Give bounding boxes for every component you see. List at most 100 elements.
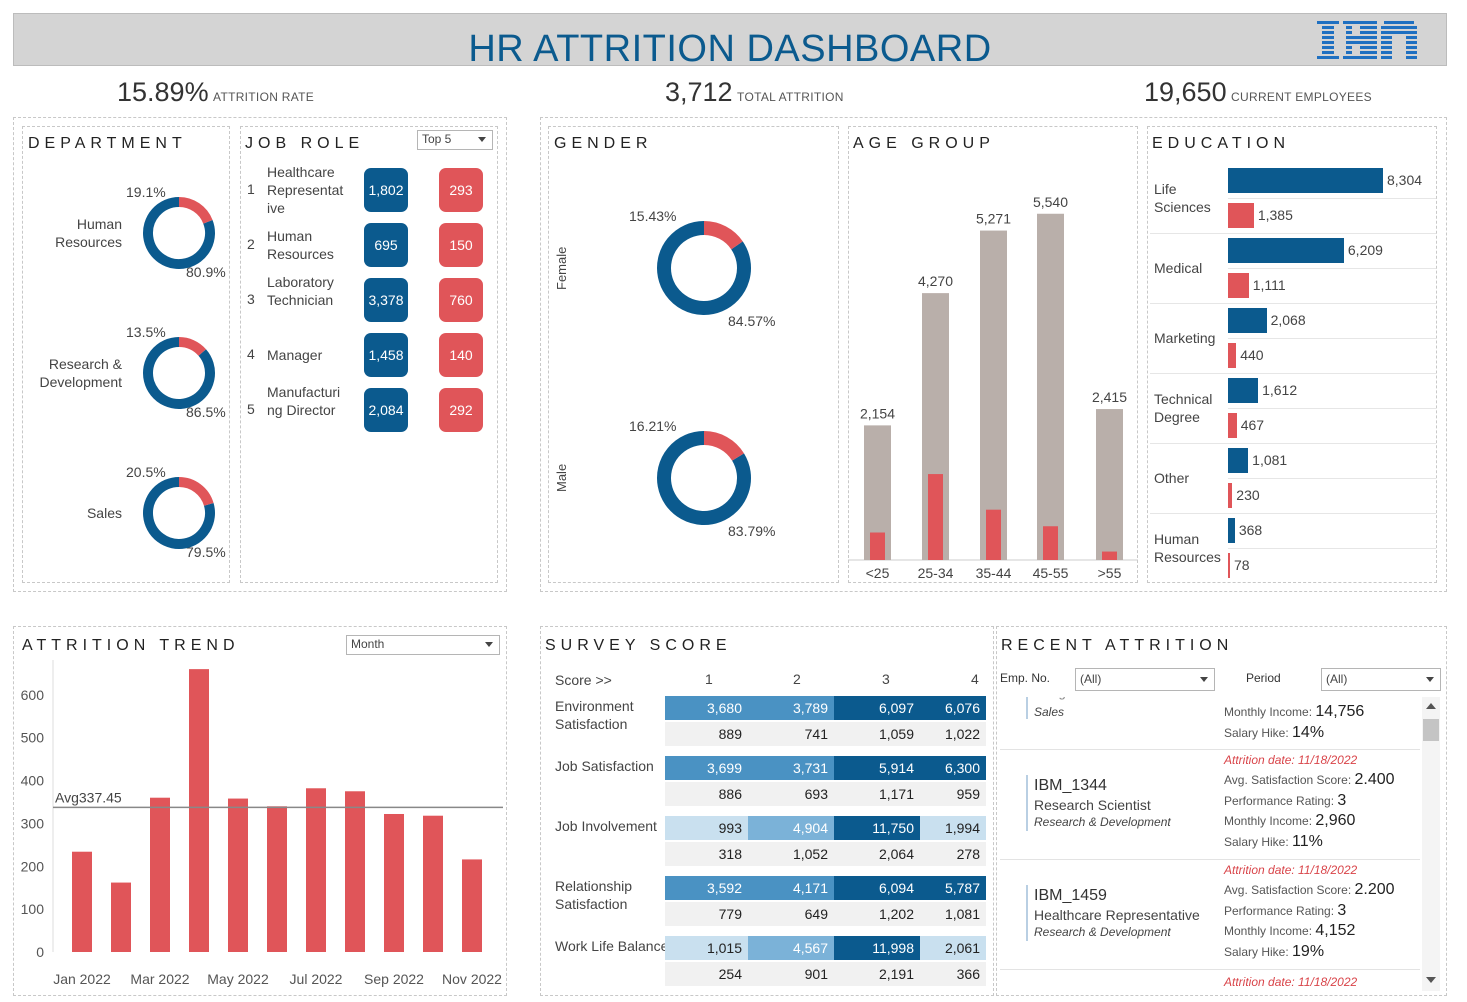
education-current-label: 368 bbox=[1238, 522, 1263, 538]
department-name: Sales bbox=[86, 505, 122, 521]
survey-current-cell: 3,731 bbox=[748, 756, 834, 780]
education-name: Life Sciences bbox=[1154, 181, 1211, 215]
survey-attrition-cell: 1,059 bbox=[834, 722, 920, 746]
survey-attrition-cell: 741 bbox=[748, 722, 834, 746]
survey-current-cell: 3,592 bbox=[665, 876, 748, 900]
age-attrition-bar bbox=[1043, 526, 1058, 560]
job-role-rank: 5 bbox=[247, 401, 255, 417]
period-filter-value: (All) bbox=[1326, 672, 1348, 686]
survey-attrition-cell: 1,052 bbox=[748, 842, 834, 866]
age-category-label: >55 bbox=[1098, 565, 1122, 581]
monthly-income-value: 4,152 bbox=[1315, 922, 1356, 939]
survey-attrition-cell: 889 bbox=[665, 722, 748, 746]
trend-x-tick: Jul 2022 bbox=[290, 971, 343, 987]
survey-current-cell: 1,015 bbox=[665, 936, 748, 960]
education-attrition-bar bbox=[1228, 273, 1249, 298]
job-role-name: Human Resources bbox=[267, 228, 334, 262]
donut-attrition-arc bbox=[703, 431, 745, 462]
performance-rating-value: 3 bbox=[1337, 792, 1347, 809]
kpi-total-attrition: 3,712 TOTAL ATTRITION bbox=[665, 77, 844, 108]
survey-row-name: Job Satisfaction bbox=[555, 758, 654, 774]
trend-y-tick: 100 bbox=[21, 901, 45, 917]
survey-attrition-cell: 649 bbox=[748, 902, 834, 926]
kpi-value: 3,712 bbox=[665, 77, 733, 107]
partial-income: Monthly Income: 14,756 bbox=[1224, 703, 1365, 720]
job-role-filter-value: Top 5 bbox=[422, 132, 452, 146]
education-attrition-bar bbox=[1228, 483, 1233, 508]
education-current-label: 2,068 bbox=[1270, 312, 1306, 328]
period-filter[interactable]: (All) bbox=[1321, 668, 1441, 691]
employee-id: IBM_1344 bbox=[1034, 777, 1107, 794]
performance-rating: Performance Rating: 3 bbox=[1224, 792, 1346, 810]
scroll-up-icon[interactable] bbox=[1426, 703, 1436, 709]
job-role-current-badge: 1,802 bbox=[364, 168, 408, 212]
trend-period-filter[interactable]: Month bbox=[346, 635, 500, 655]
education-row-divider bbox=[1228, 268, 1436, 269]
survey-score-header: 4 bbox=[971, 671, 979, 687]
department-donut bbox=[143, 477, 215, 549]
survey-attrition-cell: 959 bbox=[920, 782, 986, 806]
job-role-attrition-badge: 140 bbox=[439, 333, 483, 377]
card-divider bbox=[1000, 749, 1420, 750]
job-role-rank: 2 bbox=[247, 236, 255, 252]
education-name: Human Resources bbox=[1154, 531, 1221, 565]
education-title: EDUCATION bbox=[1152, 135, 1291, 152]
employee-department: Research & Development bbox=[1034, 925, 1171, 939]
emp-no-filter[interactable]: (All) bbox=[1075, 668, 1215, 691]
recent-list-scrollbar[interactable] bbox=[1422, 697, 1440, 991]
age-group-chart: 2,154 <25 4,270 25-34 5,271 35-44 5,540 45-55 2,… bbox=[848, 194, 1138, 581]
survey-current-cell: 11,750 bbox=[834, 816, 920, 840]
survey-current-cell: 4,904 bbox=[748, 816, 834, 840]
kpi-label: CURRENT EMPLOYEES bbox=[1231, 90, 1372, 104]
education-attrition-bar bbox=[1228, 203, 1254, 228]
trend-x-tick: Nov 2022 bbox=[442, 971, 502, 987]
performance-rating-label: Performance Rating: bbox=[1224, 904, 1335, 918]
ibm-logo bbox=[1317, 21, 1417, 61]
age-category-label: <25 bbox=[866, 565, 890, 581]
survey-current-cell: 5,787 bbox=[920, 876, 986, 900]
age-attrition-bar bbox=[1102, 551, 1117, 560]
trend-x-tick: Sep 2022 bbox=[364, 971, 424, 987]
survey-current-cell: 4,567 bbox=[748, 936, 834, 960]
education-name: Medical bbox=[1154, 260, 1203, 276]
kpi-value: 19,650 bbox=[1144, 77, 1227, 107]
satisfaction-score: Avg. Satisfaction Score: 2.200 bbox=[1224, 881, 1395, 899]
trend-bar bbox=[306, 788, 326, 952]
survey-row-name: Environment Satisfaction bbox=[555, 698, 634, 732]
survey-attrition-cell: 779 bbox=[665, 902, 748, 926]
monthly-income-label: Monthly Income: bbox=[1224, 814, 1313, 828]
job-role-current-badge: 695 bbox=[364, 223, 408, 267]
job-role-top-filter[interactable]: Top 5 bbox=[417, 130, 493, 150]
education-attrition-label: 1,385 bbox=[1257, 207, 1293, 223]
education-row-divider bbox=[1228, 408, 1436, 409]
scrollbar-thumb[interactable] bbox=[1423, 719, 1439, 741]
kpi-current-employees: 19,650 CURRENT EMPLOYEES bbox=[1144, 77, 1372, 108]
trend-x-tick: May 2022 bbox=[207, 971, 269, 987]
education-attrition-bar bbox=[1228, 553, 1230, 578]
trend-bar bbox=[189, 669, 209, 952]
survey-current-cell: 2,061 bbox=[920, 936, 986, 960]
chevron-down-icon bbox=[478, 137, 486, 142]
survey-current-cell: 11,998 bbox=[834, 936, 920, 960]
survey-attrition-cell: 1,171 bbox=[834, 782, 920, 806]
job-role-attrition-badge: 760 bbox=[439, 278, 483, 322]
scroll-down-icon[interactable] bbox=[1426, 977, 1436, 983]
education-current-bar bbox=[1228, 378, 1259, 403]
education-row-divider bbox=[1228, 198, 1436, 199]
kpi-label: ATTRITION RATE bbox=[213, 90, 315, 104]
attrition-date: Attrition date: 11/18/2022 bbox=[1224, 863, 1358, 877]
survey-score-header: 1 bbox=[705, 671, 713, 687]
recent-attrition-list[interactable]: Manager Sales Monthly Income: 14,756 Sal… bbox=[1000, 697, 1420, 991]
donut-attrition-arc bbox=[178, 197, 213, 224]
job-role-current-badge: 1,458 bbox=[364, 333, 408, 377]
trend-bar bbox=[423, 815, 443, 952]
survey-current-cell: 4,171 bbox=[748, 876, 834, 900]
performance-rating: Performance Rating: 3 bbox=[1224, 902, 1346, 920]
survey-attrition-cell: 901 bbox=[748, 962, 834, 986]
age-attrition-bar bbox=[870, 532, 885, 560]
age-category-label: 35-44 bbox=[976, 565, 1012, 581]
survey-attrition-cell: 366 bbox=[920, 962, 986, 986]
education-attrition-label: 440 bbox=[1240, 347, 1264, 363]
education-row-divider bbox=[1150, 373, 1436, 374]
partial-hike: Salary Hike: 14% bbox=[1224, 724, 1325, 741]
